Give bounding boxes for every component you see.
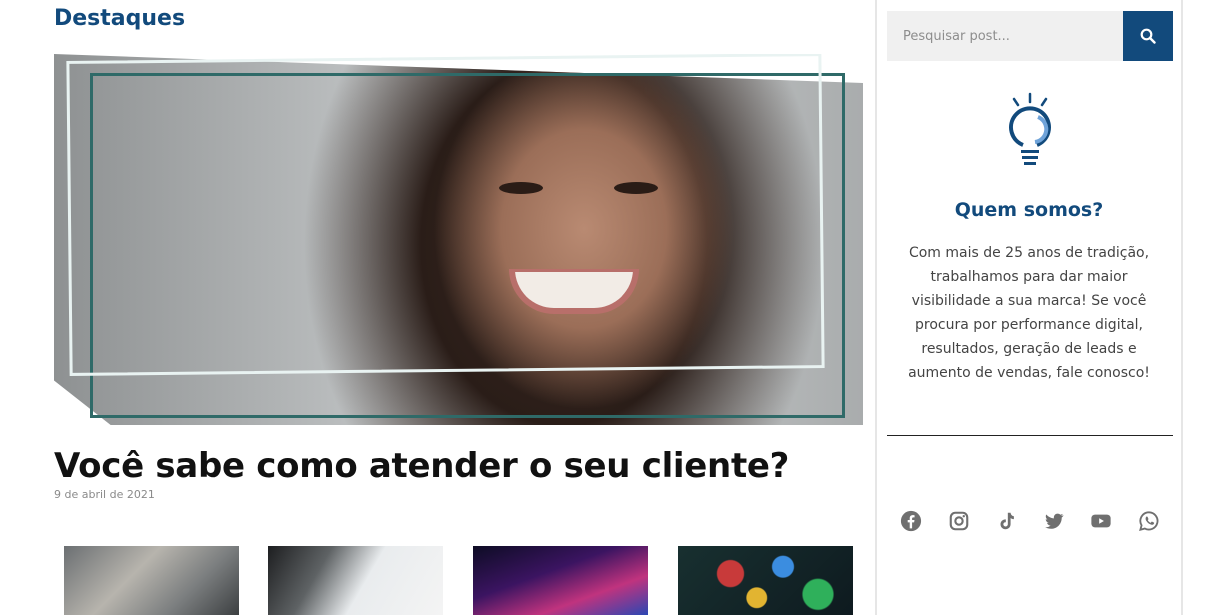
search-button[interactable] xyxy=(1123,11,1173,61)
search-input[interactable] xyxy=(887,11,1123,61)
whatsapp-icon[interactable] xyxy=(1137,509,1161,533)
featured-post-title[interactable]: Você sabe como atender o seu cliente? xyxy=(54,446,789,486)
main-content: Destaques Você sabe como atender o seu c… xyxy=(0,0,875,615)
facebook-icon[interactable] xyxy=(899,509,923,533)
search-icon xyxy=(1140,28,1156,44)
tablet-charts-image[interactable] xyxy=(268,546,443,615)
neon-desk-image[interactable] xyxy=(473,546,648,615)
instagram-icon[interactable] xyxy=(947,509,971,533)
section-title: Destaques xyxy=(54,6,186,31)
featured-post-date: 9 de abril de 2021 xyxy=(54,488,155,501)
tiktok-icon[interactable] xyxy=(994,509,1018,533)
social-media-icons-image[interactable] xyxy=(678,546,853,615)
sidebar: Quem somos? Com mais de 25 anos de tradi… xyxy=(875,0,1183,615)
about-text: Com mais de 25 anos de tradição, trabalh… xyxy=(908,245,1150,381)
social-links xyxy=(899,509,1161,533)
search-form xyxy=(887,11,1173,61)
divider xyxy=(887,435,1173,436)
laptop-meeting-image[interactable] xyxy=(64,546,239,615)
lightbulb-icon xyxy=(1009,92,1051,165)
featured-post-image[interactable] xyxy=(54,54,863,425)
twitter-icon[interactable] xyxy=(1042,509,1066,533)
post-thumbnails xyxy=(64,546,864,615)
decorative-frame xyxy=(66,54,825,376)
youtube-icon[interactable] xyxy=(1089,509,1113,533)
about-title: Quem somos? xyxy=(954,199,1104,221)
